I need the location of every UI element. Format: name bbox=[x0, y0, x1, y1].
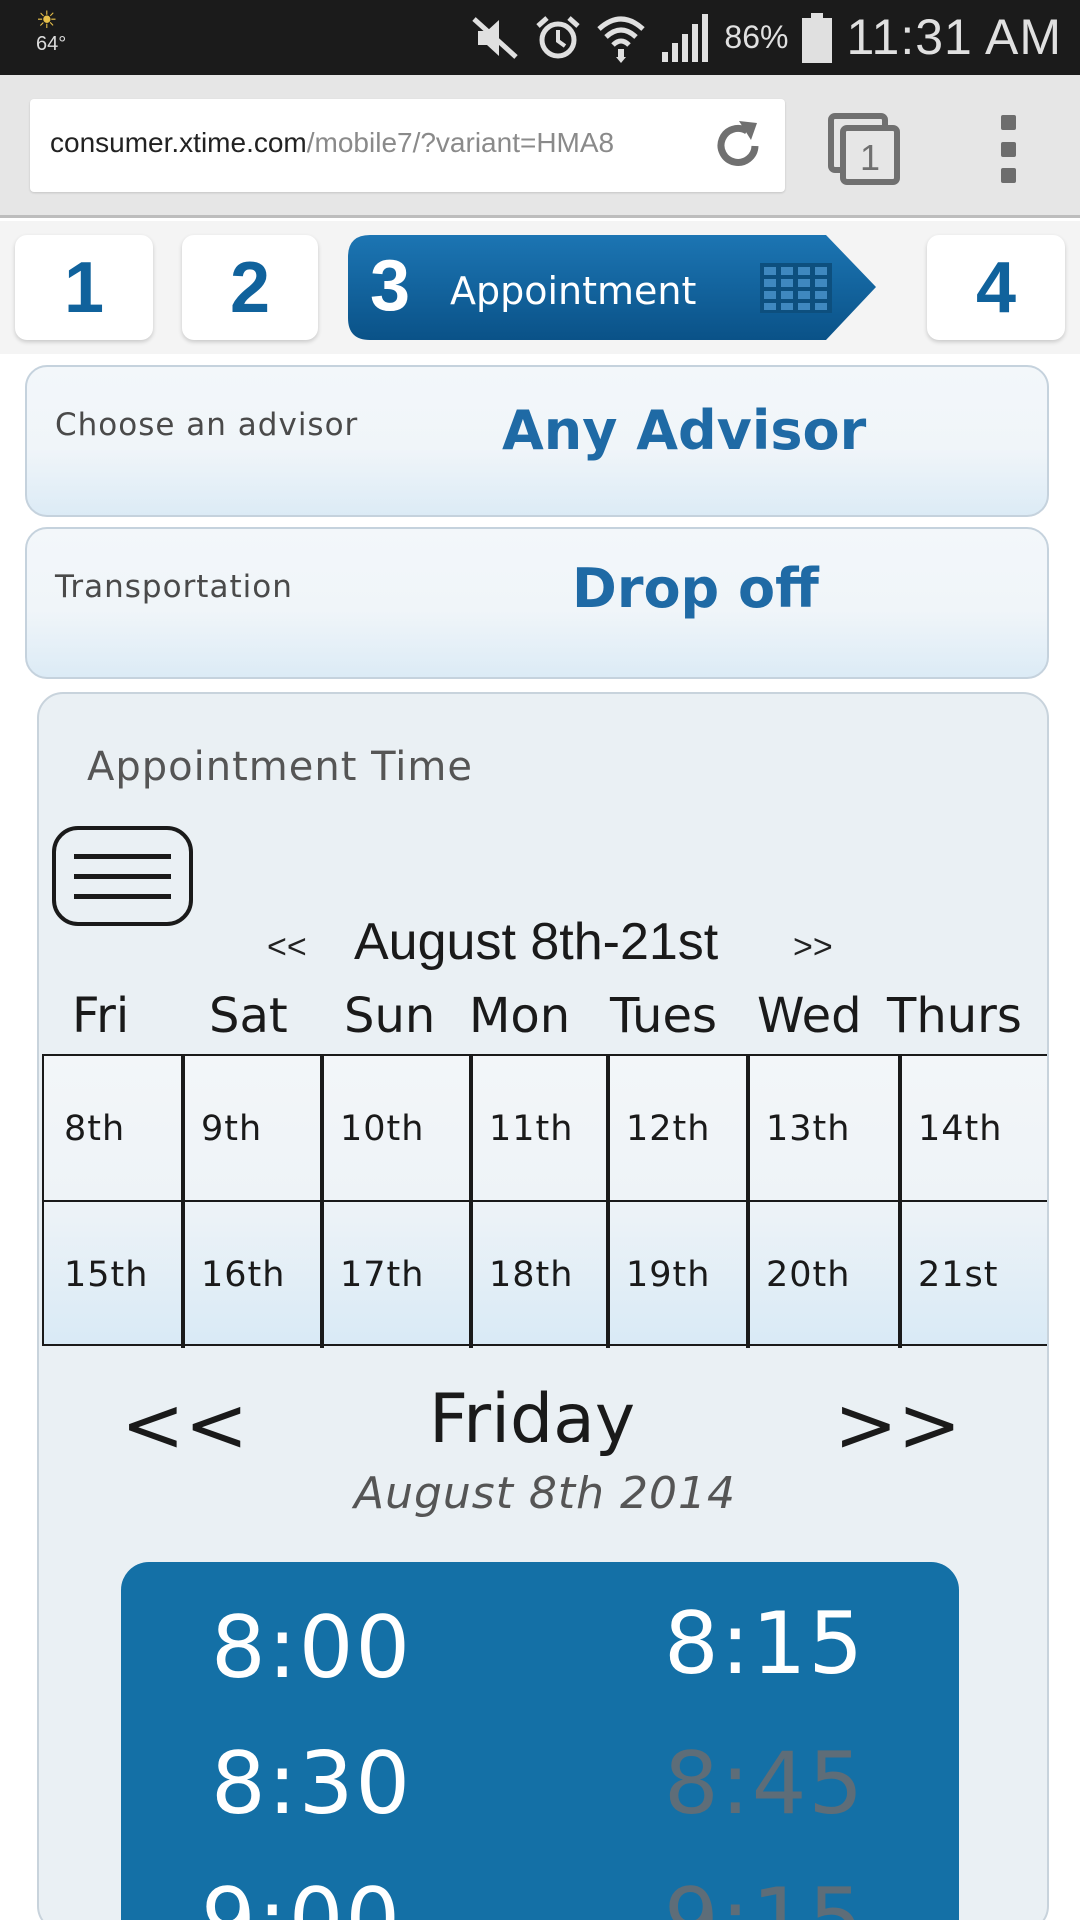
time-slot[interactable]: 8:15 bbox=[664, 1594, 865, 1694]
weekday-header: Mon bbox=[469, 988, 571, 1044]
clock: 11:31 AM bbox=[846, 9, 1062, 65]
calendar-day[interactable]: 19th bbox=[610, 1202, 746, 1347]
browser-toolbar: consumer.xtime.com/mobile7/?variant=HMA8… bbox=[0, 75, 1080, 218]
status-bar: ☀ 64° 86% 11:31 AM bbox=[0, 0, 1080, 75]
time-slot-unavailable: 9:15 bbox=[664, 1870, 866, 1920]
calendar-day[interactable]: 12th bbox=[610, 1056, 746, 1201]
next-day-button[interactable]: >> bbox=[834, 1380, 961, 1469]
calendar-day[interactable]: 15th bbox=[48, 1202, 181, 1347]
range-next-button[interactable]: >> bbox=[793, 928, 833, 967]
mute-icon bbox=[472, 16, 519, 59]
transportation-selector[interactable]: Transportation Drop off bbox=[25, 527, 1049, 679]
calendar-day[interactable]: 11th bbox=[473, 1056, 606, 1201]
time-slot[interactable]: 8:00 bbox=[211, 1598, 412, 1698]
step-3-label: Appointment bbox=[450, 269, 697, 313]
reload-icon[interactable] bbox=[709, 117, 767, 175]
weekday-header: Thurs bbox=[887, 988, 1022, 1044]
wifi-icon bbox=[597, 16, 646, 63]
tab-count: 1 bbox=[860, 137, 880, 178]
day-nav: << Friday >> bbox=[39, 1380, 1047, 1469]
weekday-header: Fri bbox=[72, 988, 130, 1044]
step-progress: 1 2 3 Appointment 4 bbox=[0, 221, 1080, 354]
weather-sun-icon: ☀ bbox=[36, 6, 58, 34]
transportation-value[interactable]: Drop off bbox=[572, 557, 1080, 620]
selected-day-date: August 8th 2014 bbox=[353, 1468, 737, 1519]
time-slot[interactable]: 9:00 bbox=[201, 1870, 402, 1920]
calendar-day[interactable]: 10th bbox=[324, 1056, 469, 1201]
step-4-button[interactable]: 4 bbox=[927, 235, 1065, 340]
step-3-active[interactable]: 3 Appointment bbox=[348, 235, 878, 340]
overflow-menu-icon[interactable] bbox=[993, 115, 1023, 183]
status-icons: 86% 11:31 AM bbox=[470, 0, 1062, 75]
previous-day-button[interactable]: << bbox=[121, 1380, 248, 1469]
range-prev-button[interactable]: << bbox=[267, 928, 307, 967]
weather-widget: ☀ 64° bbox=[36, 8, 96, 56]
calendar-day[interactable]: 14th bbox=[902, 1056, 1047, 1201]
address-bar[interactable]: consumer.xtime.com/mobile7/?variant=HMA8 bbox=[30, 99, 785, 192]
battery-icon bbox=[802, 12, 833, 63]
url-path: /mobile7/?variant=HMA8 bbox=[306, 127, 615, 158]
calendar-icon bbox=[760, 263, 832, 313]
appointment-time-title: Appointment Time bbox=[87, 744, 473, 790]
transportation-label: Transportation bbox=[55, 569, 293, 605]
date-range-label: August 8th-21st bbox=[354, 913, 719, 971]
weekday-header: Sun bbox=[344, 988, 436, 1044]
temperature: 64° bbox=[36, 33, 67, 55]
step-2-button[interactable]: 2 bbox=[182, 235, 318, 340]
date-range-nav: << August 8th-21st >> bbox=[39, 912, 1047, 982]
advisor-selector[interactable]: Choose an advisor Any Advisor bbox=[25, 365, 1049, 517]
calendar-day[interactable]: 8th bbox=[48, 1056, 181, 1201]
calendar-day[interactable]: 21st bbox=[902, 1202, 1047, 1347]
step-1-button[interactable]: 1 bbox=[15, 235, 153, 340]
url-text[interactable]: consumer.xtime.com/mobile7/?variant=HMA8 bbox=[50, 127, 614, 159]
alarm-icon bbox=[536, 15, 581, 58]
calendar-day[interactable]: 20th bbox=[750, 1202, 898, 1347]
weekday-header: Sat bbox=[209, 988, 288, 1044]
url-host: consumer.xtime.com bbox=[50, 127, 307, 158]
calendar-day[interactable]: 18th bbox=[473, 1202, 606, 1347]
battery-percent: 86% bbox=[724, 19, 789, 55]
time-slot[interactable]: 8:30 bbox=[211, 1734, 412, 1834]
advisor-value[interactable]: Any Advisor bbox=[502, 399, 1022, 462]
menu-icon[interactable] bbox=[52, 826, 193, 926]
weekday-header: Tues bbox=[610, 988, 717, 1044]
weekday-header: Wed bbox=[757, 988, 862, 1044]
calendar-day[interactable]: 13th bbox=[750, 1056, 898, 1201]
calendar-day[interactable]: 9th bbox=[185, 1056, 320, 1201]
calendar-day[interactable]: 16th bbox=[185, 1202, 320, 1347]
calendar-day[interactable]: 17th bbox=[324, 1202, 469, 1347]
calendar-grid: 8th 9th 10th 11th 12th 13th 14th 15th 16… bbox=[42, 1054, 1047, 1348]
time-slots-panel: 8:00 8:15 8:30 8:45 9:00 9:15 bbox=[121, 1562, 959, 1920]
tabs-icon[interactable]: 1 bbox=[828, 113, 900, 185]
signal-icon bbox=[662, 13, 709, 62]
time-slot-unavailable: 8:45 bbox=[664, 1734, 866, 1834]
advisor-label: Choose an advisor bbox=[55, 407, 359, 443]
selected-day-name: Friday bbox=[429, 1380, 636, 1459]
appointment-time-section: Appointment Time << August 8th-21st >> F… bbox=[37, 692, 1049, 1920]
step-3-number: 3 bbox=[370, 246, 411, 326]
